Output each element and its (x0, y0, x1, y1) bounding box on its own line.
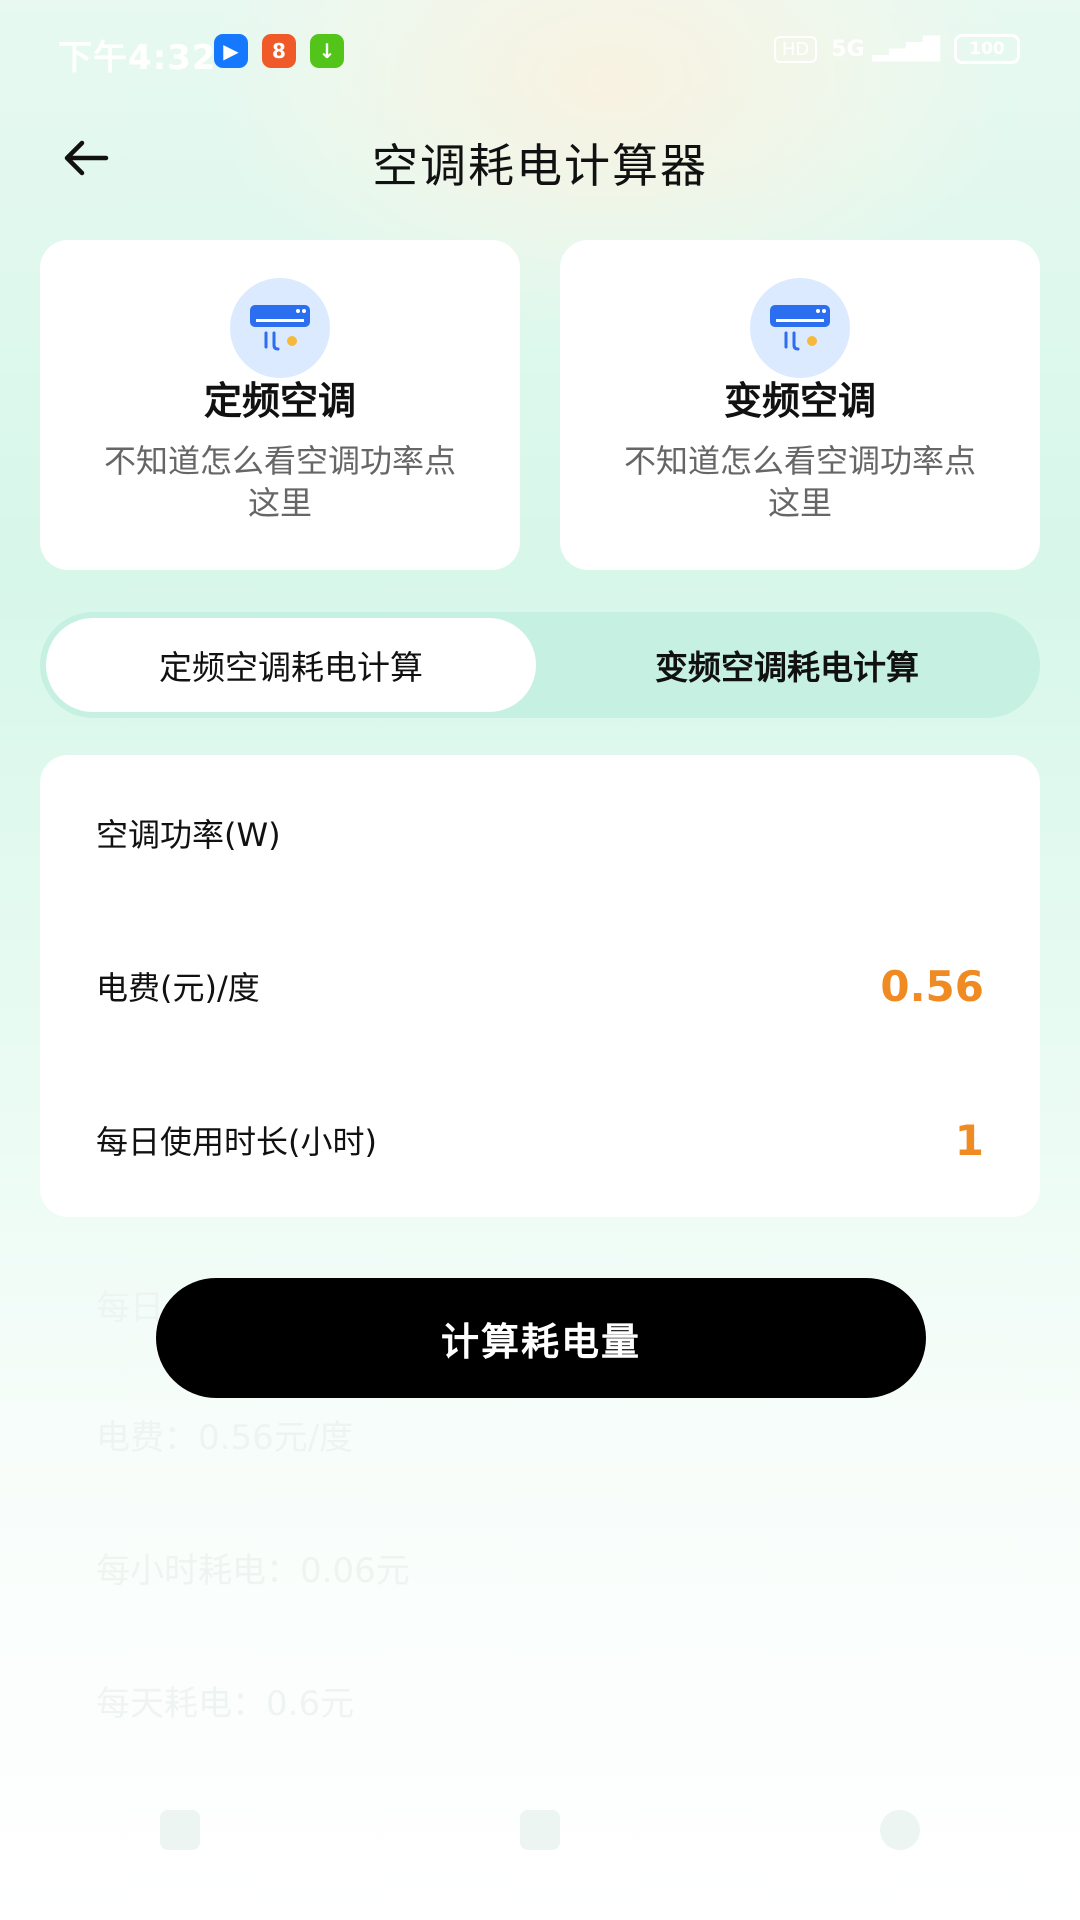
card-title: 变频空调 (723, 379, 876, 423)
power-label: 空调功率(W) (96, 816, 281, 854)
orange-app-icon: 8 (262, 34, 296, 68)
input-form: 空调功率(W) 电费(元)/度 每日使用时长(小时) (40, 755, 1040, 1217)
nav-item-user[interactable] (800, 1810, 1000, 1860)
header: 空调耗电计算器 (0, 110, 1080, 200)
price-row: 电费(元)/度 (96, 946, 984, 1026)
page-title: 空调耗电计算器 (372, 139, 708, 193)
power-row: 空调功率(W) (96, 793, 984, 873)
status-indicators: HD 5G ▂▄▆█ 100 (773, 34, 1020, 64)
variable-frequency-card[interactable]: 变频空调 不知道怎么看空调功率点这里 (560, 240, 1040, 570)
status-bar: 下午4:32 ▶ 8 ↓ HD 5G ▂▄▆█ 100 (0, 0, 1080, 100)
document-icon (520, 1810, 560, 1850)
hours-row: 每日使用时长(小时) (96, 1100, 984, 1180)
card-description: 不知道怎么看空调功率点这里 (103, 442, 456, 522)
status-time: 下午4:32 (58, 38, 217, 78)
user-icon (880, 1810, 920, 1850)
price-label: 电费(元)/度 (96, 969, 260, 1007)
nav-item-home[interactable] (80, 1810, 280, 1860)
blue-app-icon: ▶ (214, 34, 248, 68)
green-download-icon: ↓ (310, 34, 344, 68)
hd-icon: HD (773, 35, 818, 63)
status-app-icons: ▶ 8 ↓ (214, 34, 344, 68)
tab-variable-frequency[interactable]: 变频空调耗电计算 (540, 618, 1034, 712)
result-line-1: 每日 (96, 1288, 164, 1328)
nav-item-document[interactable] (440, 1810, 640, 1860)
result-line-2: 电费：0.56元/度 (96, 1418, 354, 1458)
calculate-button[interactable]: 计算耗电量 (156, 1278, 926, 1398)
signal-icon: 5G ▂▄▆█ (831, 36, 940, 62)
home-icon (160, 1810, 200, 1850)
air-conditioner-icon (230, 278, 330, 378)
calc-type-tabs: 定频空调耗电计算 变频空调耗电计算 (40, 612, 1040, 718)
price-input[interactable] (684, 961, 984, 1011)
result-line-4: 每天耗电：0.6元 (96, 1684, 355, 1724)
tab-fixed-frequency[interactable]: 定频空调耗电计算 (46, 618, 536, 712)
battery-icon: 100 (954, 34, 1020, 64)
air-conditioner-icon (750, 278, 850, 378)
card-title: 定频空调 (203, 379, 356, 423)
card-description: 不知道怎么看空调功率点这里 (623, 442, 976, 522)
result-line-3: 每小时耗电：0.06元 (96, 1551, 410, 1591)
power-input[interactable] (684, 808, 984, 858)
hours-input[interactable] (684, 1115, 984, 1165)
hours-label: 每日使用时长(小时) (96, 1123, 377, 1161)
bottom-nav (0, 1810, 1080, 1920)
fixed-frequency-card[interactable]: 定频空调 不知道怎么看空调功率点这里 (40, 240, 520, 570)
